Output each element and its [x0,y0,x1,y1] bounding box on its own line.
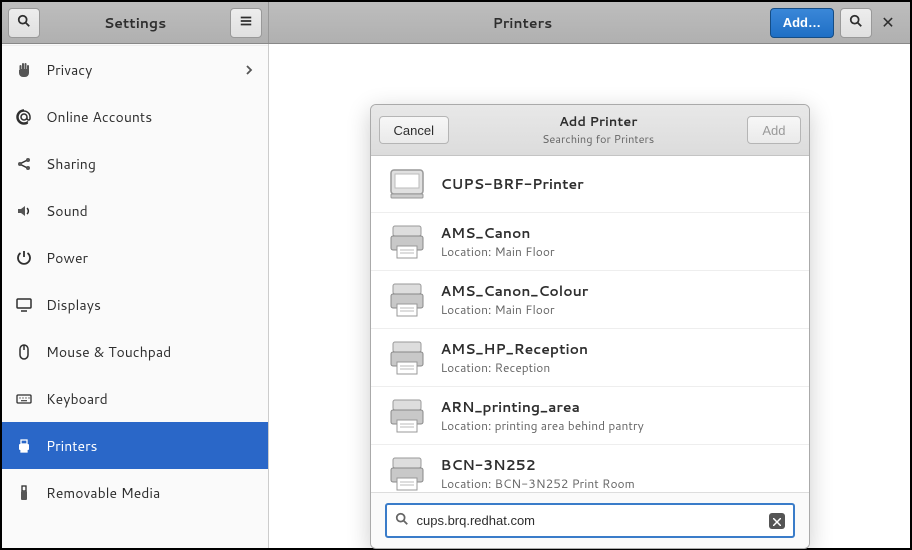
sidebar-item-label: Keyboard [46,389,108,409]
menu-button[interactable] [230,8,262,38]
printer-icon [387,282,427,318]
printer-row[interactable]: CUPS-BRF-Printer [371,156,809,213]
sidebar-item-mouse-touchpad[interactable]: Mouse & Touchpad [2,328,268,375]
close-icon: ✕ [881,11,894,34]
printer-name: ARN_printing_area [441,397,644,417]
sidebar-item-label: Printers [46,436,98,456]
printer-icon [387,166,427,202]
sidebar-item-power[interactable]: Power [2,234,268,281]
search-input[interactable] [417,513,761,528]
close-button[interactable]: ✕ [872,8,904,38]
sidebar-item-privacy[interactable]: Privacy [2,46,268,93]
printer-name: AMS_Canon [441,223,555,243]
printer-list: CUPS-BRF-PrinterAMS_CanonLocation: Main … [371,156,809,492]
printer-icon [387,224,427,260]
printer-icon [387,340,427,376]
hand-icon [16,62,32,78]
search-icon [17,11,31,34]
sidebar: Privacy Online Accounts Sharing Sound Power D… [2,44,269,548]
printer-name: CUPS-BRF-Printer [441,174,584,194]
printer-row[interactable]: AMS_Canon_ColourLocation: Main Floor [371,271,809,329]
keyboard-icon [16,391,32,407]
printer-location: Location: Main Floor [441,243,555,260]
sidebar-item-label: Privacy [46,60,92,80]
sidebar-item-label: Sound [46,201,88,221]
sidebar-item-label: Sharing [46,154,96,174]
clear-search-button[interactable] [769,513,785,529]
add-printer-headerbar-button[interactable]: Add… [770,8,834,38]
printer-location: Location: BCN-3N252 Print Room [441,475,635,492]
sidebar-item-keyboard[interactable]: Keyboard [2,375,268,422]
sidebar-item-label: Online Accounts [46,107,152,127]
usb-icon [16,485,32,501]
display-icon [16,297,32,313]
printer-icon [16,438,32,454]
add-printer-dialog: Cancel Add Printer Searching for Printer… [370,104,810,549]
search-icon [849,11,863,34]
printer-row[interactable]: BCN-3N252Location: BCN-3N252 Print Room [371,445,809,492]
settings-title: Settings [46,13,224,33]
sound-icon [16,203,32,219]
printer-row[interactable]: AMS_CanonLocation: Main Floor [371,213,809,271]
cancel-button[interactable]: Cancel [379,116,449,144]
sidebar-item-printers[interactable]: Printers [2,422,268,469]
sidebar-item-label: Displays [46,295,101,315]
mouse-icon [16,344,32,360]
search-printers-button[interactable] [840,8,872,38]
printer-row[interactable]: AMS_HP_ReceptionLocation: Reception [371,329,809,387]
power-icon [16,250,32,266]
dialog-title: Add Printer [449,113,747,131]
printer-icon [387,398,427,434]
sidebar-item-sharing[interactable]: Sharing [2,140,268,187]
printer-location: Location: Reception [441,359,589,376]
printer-name: BCN-3N252 [441,455,635,475]
sidebar-item-removable-media[interactable]: Removable Media [2,469,268,516]
at-icon [16,109,32,125]
panel-title: Printers [275,13,770,33]
hamburger-icon [239,11,253,34]
sidebar-item-sound[interactable]: Sound [2,187,268,234]
search-button[interactable] [8,8,40,38]
printer-location: Location: printing area behind pantry [441,417,644,434]
printer-name: AMS_HP_Reception [441,339,589,359]
backspace-icon [773,509,781,532]
sidebar-item-label: Mouse & Touchpad [46,342,171,362]
sidebar-item-label: Power [46,248,88,268]
printer-location: Location: Main Floor [441,301,589,318]
printer-icon [387,456,427,492]
dialog-subtitle: Searching for Printers [449,131,747,147]
sidebar-item-online-accounts[interactable]: Online Accounts [2,93,268,140]
printer-name: AMS_Canon_Colour [441,281,589,301]
sidebar-item-label: Removable Media [46,483,160,503]
printer-row[interactable]: ARN_printing_areaLocation: printing area… [371,387,809,445]
share-icon [16,156,32,172]
search-icon [395,509,409,532]
sidebar-item-displays[interactable]: Displays [2,281,268,328]
add-button[interactable]: Add [747,116,800,144]
chevron-right-icon [244,60,254,80]
